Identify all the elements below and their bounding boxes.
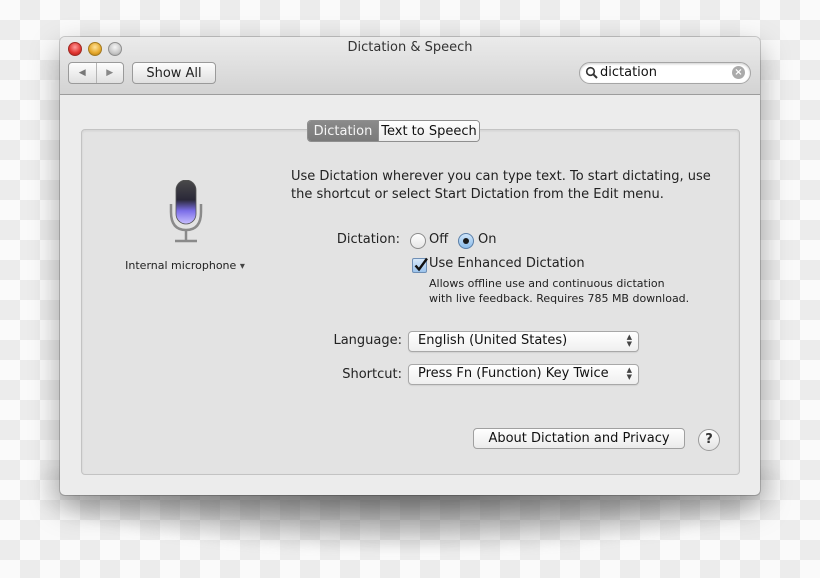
enhanced-dictation-label: Use Enhanced Dictation — [429, 256, 585, 271]
dictation-on-radio[interactable] — [458, 233, 474, 249]
input-source-label: Internal microphone — [125, 259, 237, 272]
forward-arrow-icon[interactable]: ▶ — [97, 63, 124, 83]
language-label: Language: — [333, 333, 402, 348]
show-all-button[interactable]: Show All — [132, 62, 216, 84]
shortcut-popup[interactable]: Press Fn (Function) Key Twice ▲ ▼ — [408, 364, 639, 385]
dictation-label: Dictation: — [336, 232, 400, 247]
search-field[interactable]: dictation × — [579, 62, 751, 84]
clear-icon[interactable]: × — [732, 66, 745, 79]
note-line-1: Allows offline use and continuous dictat… — [429, 277, 665, 290]
about-dictation-privacy-button[interactable]: About Dictation and Privacy — [473, 428, 685, 449]
note-line-2: with live feedback. Requires 785 MB down… — [429, 292, 690, 305]
updown-arrows-icon: ▲ ▼ — [626, 333, 632, 348]
tab-text-to-speech[interactable]: Text to Speech — [378, 121, 479, 141]
window-title: Dictation & Speech — [347, 40, 473, 55]
chevron-down-icon: ▾ — [239, 261, 245, 272]
back-arrow-icon[interactable]: ◀ — [69, 63, 97, 83]
search-input[interactable]: dictation — [600, 65, 657, 80]
updown-arrows-icon: ▲ ▼ — [626, 366, 632, 381]
enhanced-dictation-note: Allows offline use and continuous dictat… — [429, 276, 689, 306]
help-button[interactable]: ? — [698, 429, 720, 451]
back-forward-control: ◀ ▶ — [68, 62, 124, 84]
input-source-popup[interactable]: Internal microphone ▾ — [110, 259, 260, 272]
shortcut-value: Press Fn (Function) Key Twice — [418, 366, 609, 381]
checkmark-icon — [414, 257, 428, 272]
title-bar: Dictation & Speech ◀ ▶ Show All dictatio… — [60, 37, 760, 95]
search-icon — [585, 66, 598, 79]
shortcut-label: Shortcut: — [342, 367, 402, 382]
language-value: English (United States) — [418, 333, 568, 348]
dictation-off-label: Off — [429, 232, 449, 247]
description-text: Use Dictation wherever you can type text… — [291, 169, 711, 202]
dictation-off-radio[interactable] — [410, 233, 426, 249]
preferences-window: Dictation & Speech ◀ ▶ Show All dictatio… — [60, 37, 760, 495]
dictation-on-label: On — [478, 232, 497, 247]
tab-bar: Dictation Text to Speech — [307, 120, 480, 142]
microphone-icon — [169, 180, 203, 243]
tab-dictation[interactable]: Dictation — [308, 121, 378, 141]
language-popup[interactable]: English (United States) ▲ ▼ — [408, 331, 639, 352]
enhanced-dictation-checkbox[interactable] — [412, 257, 428, 273]
